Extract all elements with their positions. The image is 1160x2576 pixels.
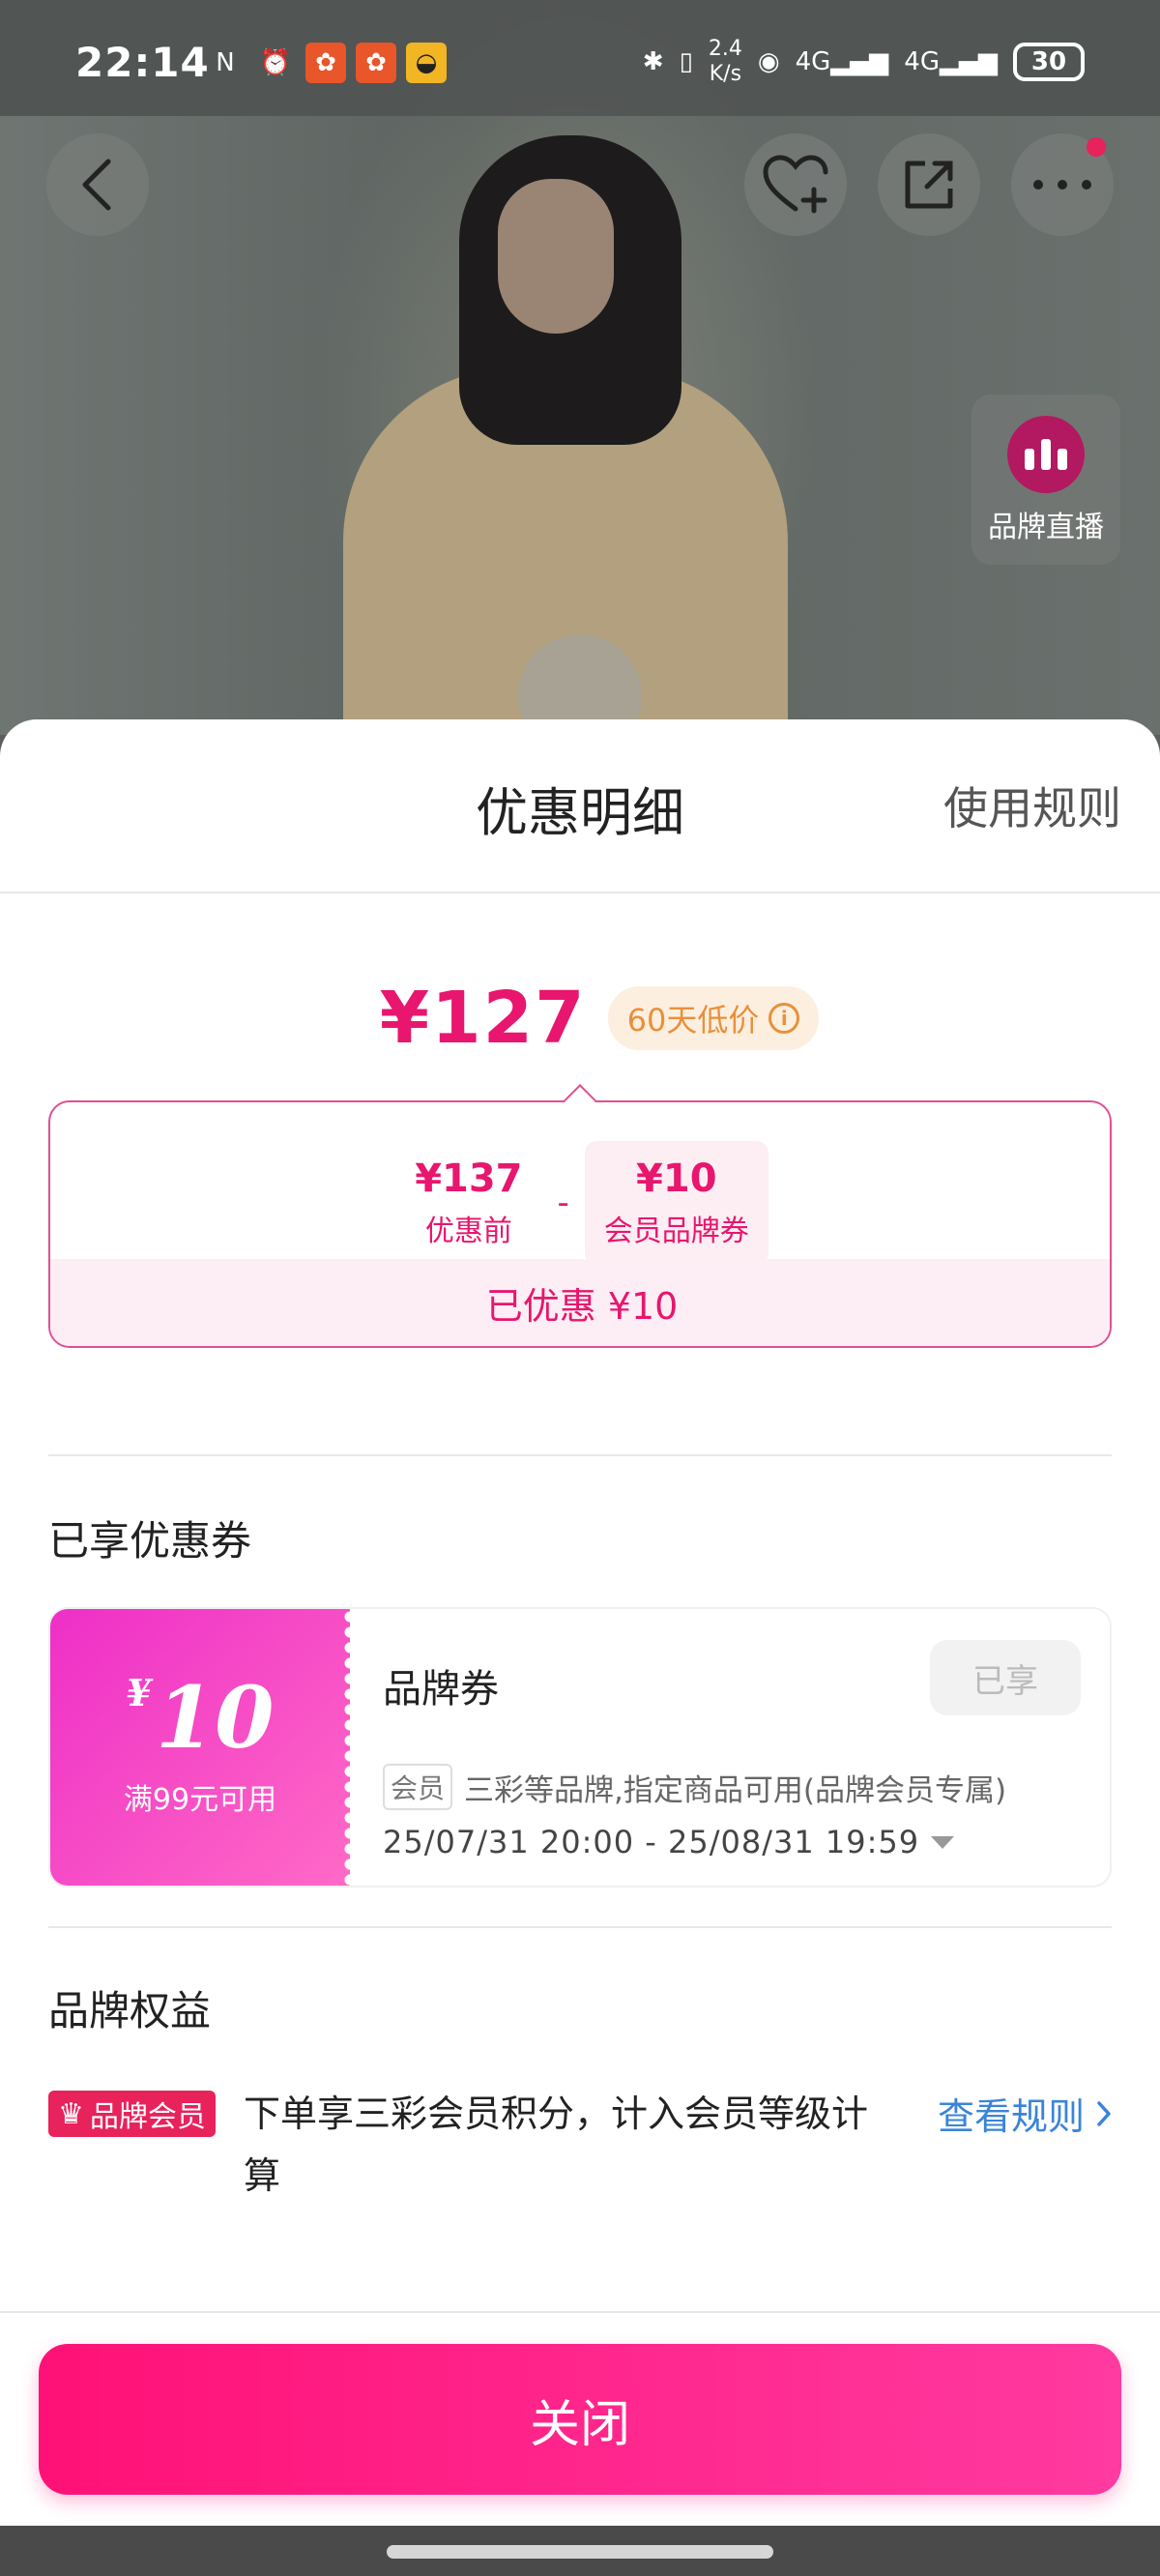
chevron-right-icon — [1097, 2100, 1111, 2126]
signal-2: 4G▂▄▆ — [904, 47, 998, 76]
alarm-icon: ⏰ — [259, 48, 292, 77]
status-bar: 22:14 N ⏰ ✿ ✿ ◒ ✱ ▯ 2.4 K/s ◉ 4G▂▄▆ 4G▂▄… — [0, 0, 1160, 116]
coupons-section-title: 已享优惠券 — [48, 1517, 252, 1565]
favorite-button[interactable] — [744, 133, 847, 236]
heart-add-icon — [763, 155, 828, 214]
low-price-label: 60天低价 — [626, 1002, 760, 1039]
original-price-value: ¥137 — [415, 1156, 523, 1201]
crown-icon: ♛ — [58, 2096, 84, 2131]
divider — [48, 1454, 1112, 1456]
coupon-value-panel: ¥10 满99元可用 — [50, 1609, 356, 1886]
vibrate-icon: ▯ — [679, 47, 693, 76]
app-notification-icon: ◒ — [406, 43, 447, 83]
coupon-card[interactable]: ¥10 满99元可用 品牌券 已享 会员 三彩等品牌,指定商品可用(品牌会员专属… — [48, 1607, 1112, 1888]
divider — [48, 1926, 1112, 1928]
coupon-validity[interactable]: 25/07/31 20:00 - 25/08/31 19:59 — [383, 1824, 955, 1860]
coupon-discount-item: ¥10 会员品牌券 — [584, 1141, 768, 1265]
original-price-label: 优惠前 — [424, 1215, 512, 1248]
close-button[interactable]: 关闭 — [39, 2344, 1121, 2495]
discount-detail-sheet: 优惠明细 使用规则 ¥127 60天低价 i ¥137 优惠前 - ¥10 会员… — [0, 719, 1160, 2526]
app-notification-icon: ✿ — [305, 43, 346, 83]
coupon-amount: ¥10 — [126, 1667, 275, 1768]
nfc-icon: N — [216, 48, 235, 77]
divider — [0, 2311, 1160, 2313]
bluetooth-icon: ✱ — [642, 47, 664, 76]
live-label: 品牌直播 — [988, 511, 1104, 544]
notification-icons: N ⏰ ✿ ✿ ◒ — [205, 43, 447, 83]
battery-icon: 30 — [1013, 43, 1085, 81]
discount-label: 会员品牌券 — [603, 1215, 749, 1248]
chevron-left-icon — [82, 159, 111, 211]
info-icon: i — [768, 1003, 800, 1034]
net-speed: 2.4 K/s — [708, 37, 742, 86]
status-right: ✱ ▯ 2.4 K/s ◉ 4G▂▄▆ 4G▂▄▆ 30 — [643, 37, 1085, 87]
coupon-name: 品牌券 — [383, 1667, 499, 1712]
saved-amount: 已优惠 ¥10 — [50, 1259, 1110, 1346]
wifi-icon: ◉ — [757, 47, 780, 76]
share-icon — [905, 161, 953, 209]
price-calculation-box: ¥137 优惠前 - ¥10 会员品牌券 已优惠 ¥10 — [48, 1100, 1112, 1348]
signal-1: 4G▂▄▆ — [795, 47, 889, 76]
low-price-badge[interactable]: 60天低价 i — [607, 986, 820, 1050]
live-icon — [1007, 416, 1085, 493]
more-dots-icon — [1033, 180, 1091, 190]
app-notification-icon: ✿ — [356, 43, 396, 83]
caret-down-icon — [931, 1835, 955, 1849]
benefit-description: 下单享三彩会员积分，计入会员等级计算 — [244, 2093, 869, 2197]
final-price: ¥127 — [379, 977, 587, 1060]
divider — [0, 892, 1160, 893]
coupon-condition: 满99元可用 — [123, 1783, 277, 1817]
view-rules-link[interactable]: 查看规则 — [938, 2087, 1112, 2140]
discount-value: ¥10 — [636, 1156, 717, 1201]
final-price-row: ¥127 60天低价 i — [0, 977, 1160, 1060]
home-indicator[interactable] — [387, 2545, 773, 2559]
minus-operator: - — [557, 1184, 569, 1222]
coupon-description: 会员 三彩等品牌,指定商品可用(品牌会员专属) — [383, 1764, 1006, 1810]
usage-rules-link[interactable]: 使用规则 — [943, 774, 1121, 837]
brand-live-button[interactable]: 品牌直播 — [972, 395, 1120, 565]
original-price-item: ¥137 优惠前 — [395, 1141, 541, 1265]
coupon-status-button: 已享 — [930, 1640, 1081, 1715]
notification-dot — [1087, 137, 1106, 157]
model-face — [498, 179, 614, 334]
share-button[interactable] — [878, 133, 980, 236]
benefits-section-title: 品牌权益 — [48, 1987, 212, 2034]
brand-member-badge: ♛ 品牌会员 — [48, 2091, 216, 2137]
member-tag: 会员 — [383, 1764, 453, 1810]
system-nav-bar — [0, 2526, 1160, 2576]
clock: 22:14 — [75, 39, 210, 86]
back-button[interactable] — [46, 133, 149, 236]
